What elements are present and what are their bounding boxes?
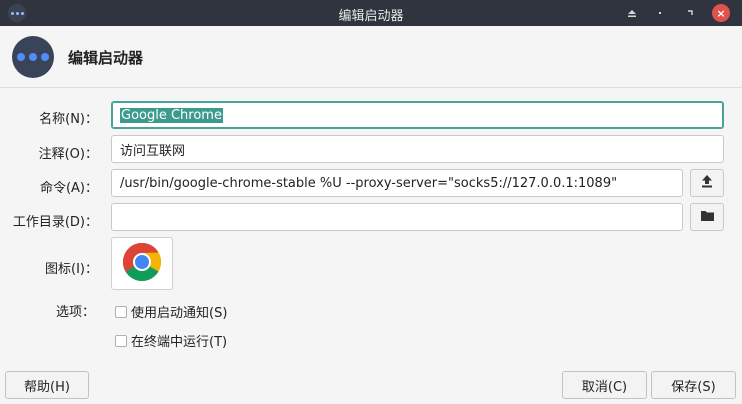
edit-launcher-dialog: 编辑启动器 名称(N)： Google Chrome 注释(O)： 访问互联网 … [0,26,742,404]
name-input-value: Google Chrome [120,107,223,123]
run-in-terminal-checkbox[interactable] [115,334,127,347]
maximize-icon[interactable] [680,3,700,23]
workdir-label: 工作目录(D)： [12,215,98,230]
comment-label: 注释(O)： [38,147,98,162]
cancel-button[interactable]: 取消(C) [562,371,647,399]
upload-icon [700,174,714,192]
minimize-icon[interactable] [650,3,670,23]
startup-notify-label: 使用启动通知(S) [131,306,228,321]
startup-notify-checkbox[interactable] [115,305,127,318]
command-input-value: /usr/bin/google-chrome-stable %U --proxy… [120,175,618,191]
workdir-input[interactable] [111,203,683,231]
command-input[interactable]: /usr/bin/google-chrome-stable %U --proxy… [111,169,683,197]
comment-input[interactable]: 访问互联网 [111,135,724,163]
icon-label: 图标(I)： [45,262,98,277]
folder-icon [700,209,715,226]
run-in-terminal-label: 在终端中运行(T) [131,335,228,350]
save-button[interactable]: 保存(S) [651,371,736,399]
name-label: 名称(N)： [39,112,98,127]
close-icon[interactable]: × [712,4,730,22]
dialog-header: 编辑启动器 [0,26,742,88]
startup-notify-option[interactable]: 使用启动通知(S) [115,302,227,321]
run-in-terminal-option[interactable]: 在终端中运行(T) [115,331,227,350]
command-label: 命令(A)： [39,181,98,196]
comment-input-value: 访问互联网 [120,143,186,159]
options-label: 选项： [55,305,95,320]
icon-picker-button[interactable] [111,237,173,290]
dialog-title: 编辑启动器 [68,49,144,67]
shade-icon[interactable] [622,3,642,23]
help-button[interactable]: 帮助(H) [5,371,89,399]
workdir-browse-button[interactable] [690,203,724,231]
command-browse-button[interactable] [690,169,724,197]
launcher-dots-icon [12,36,54,78]
name-input[interactable]: Google Chrome [111,101,724,129]
window-titlebar[interactable]: 编辑启动器 × [0,0,742,26]
chrome-icon [122,242,162,286]
